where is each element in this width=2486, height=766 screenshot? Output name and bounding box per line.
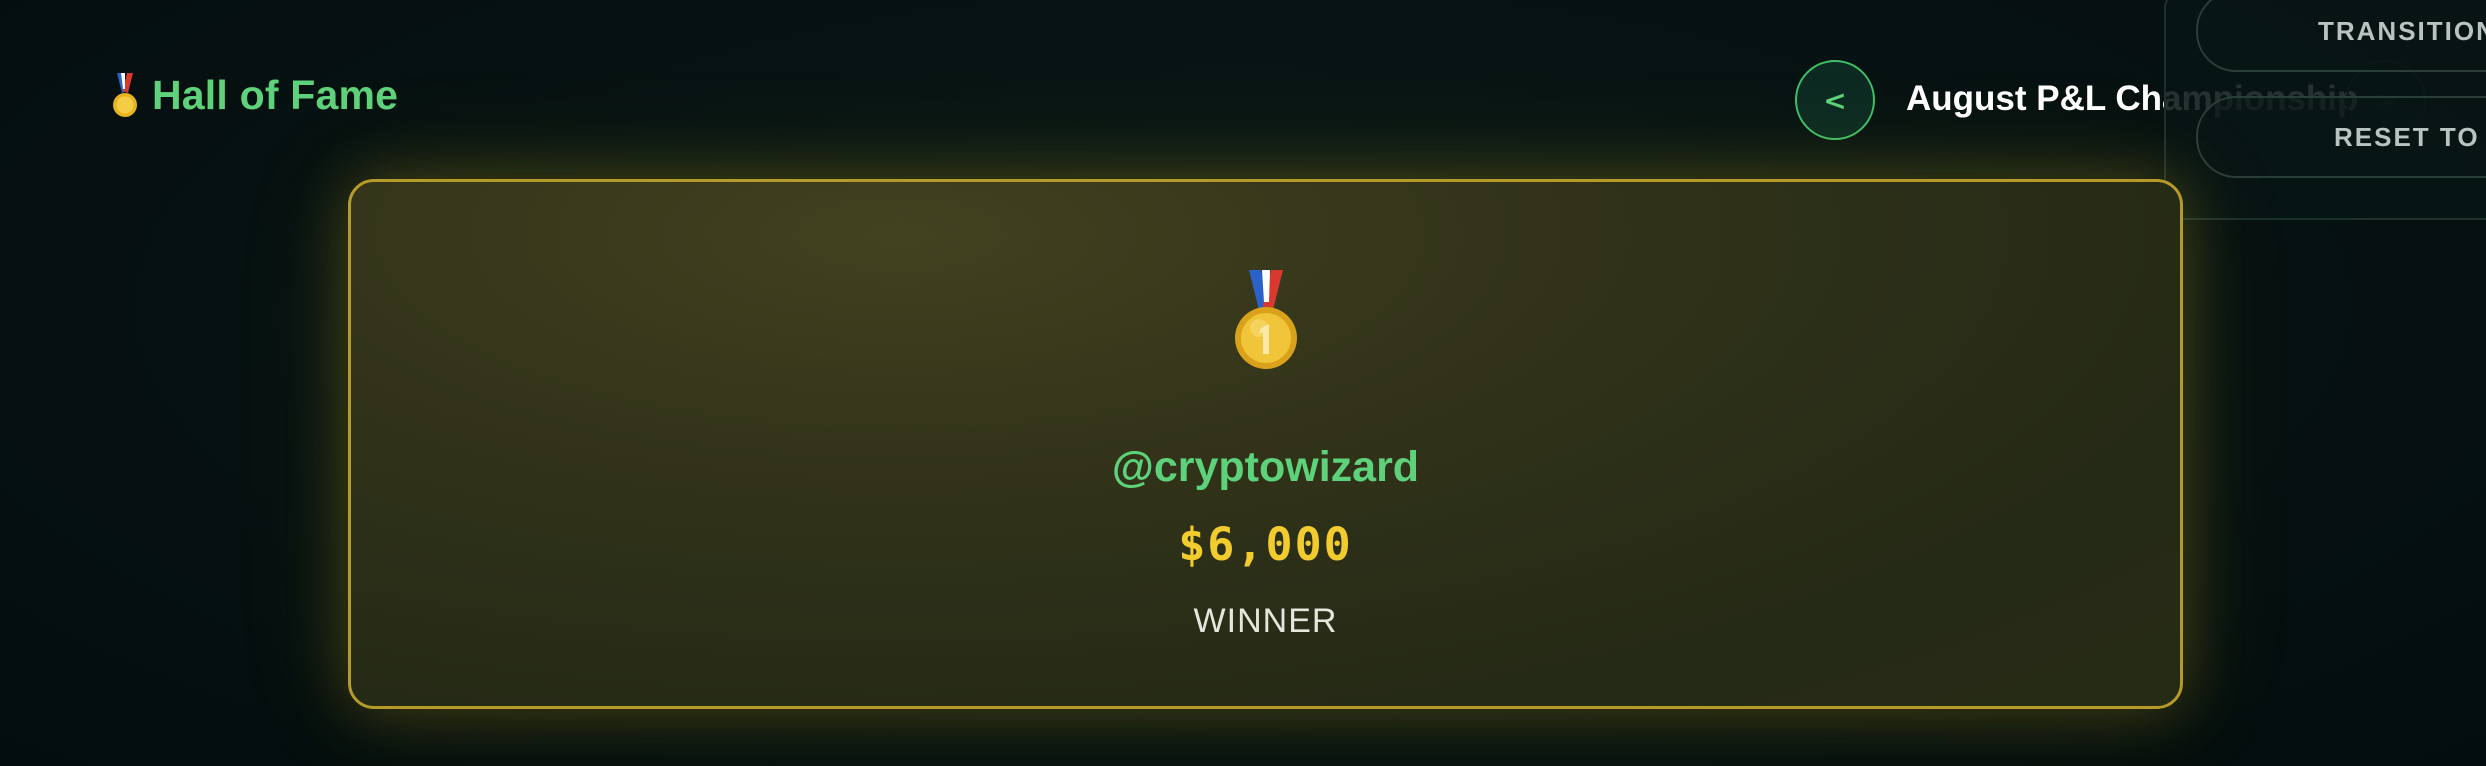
- reset-button[interactable]: RESET TO: [2196, 96, 2486, 178]
- previous-event-button[interactable]: <: [1795, 60, 1875, 140]
- winner-card: @cryptowizard $6,000 WINNER: [348, 179, 2183, 709]
- gold-medal-icon: [1231, 270, 1301, 370]
- winner-username: @cryptowizard: [1111, 443, 1420, 491]
- winner-label: WINNER: [1193, 602, 1338, 640]
- winner-amount: $6,000: [1178, 518, 1353, 571]
- medal-icon: [108, 72, 142, 119]
- transition-button[interactable]: TRANSITION: [2196, 0, 2486, 72]
- page-title: Hall of Fame: [152, 72, 399, 118]
- hall-of-fame-page: Hall of Fame < August P&L Championship >…: [0, 0, 2486, 766]
- overlay-control-panel: TRANSITION RESET TO: [2164, 0, 2486, 220]
- page-header: Hall of Fame: [108, 72, 398, 119]
